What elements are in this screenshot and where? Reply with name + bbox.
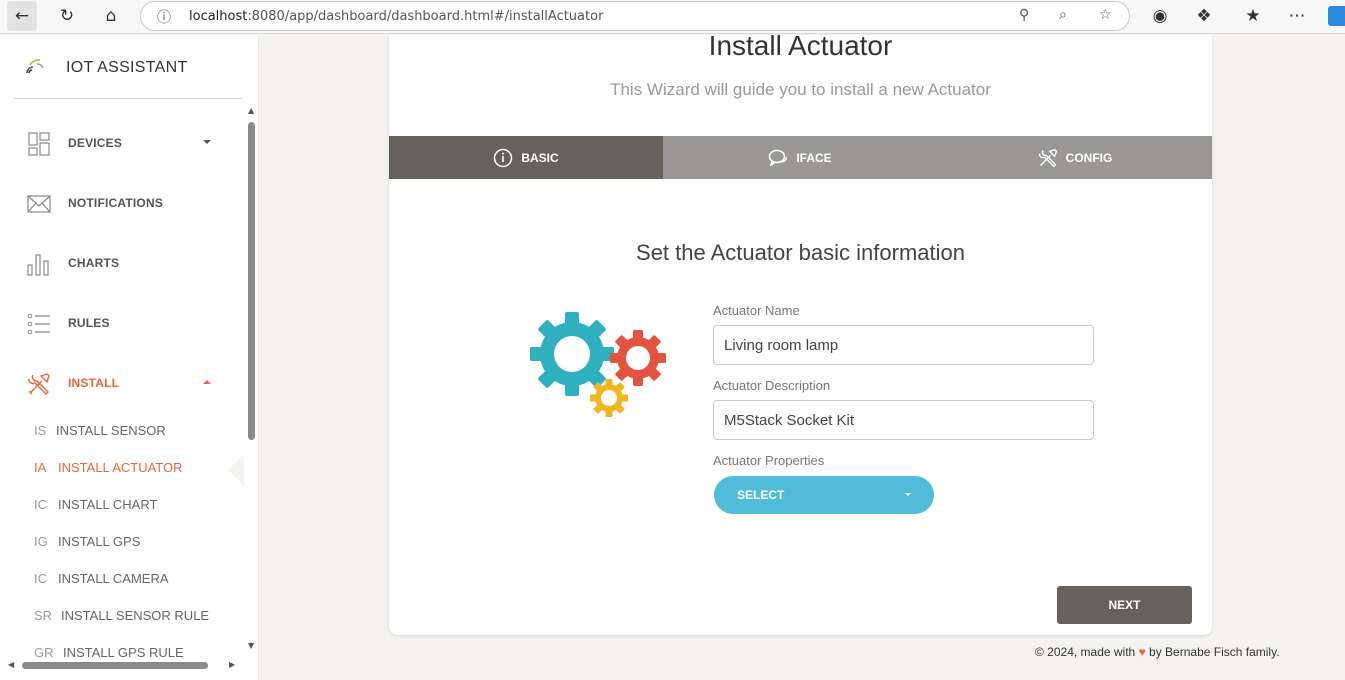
extensions-icon[interactable]: ❖: [1189, 1, 1219, 31]
subitem-label: INSTALL ACTUATOR: [58, 460, 183, 475]
footer-prefix: © 2024, made with: [1035, 645, 1136, 659]
signal-logo-icon: [26, 59, 44, 74]
scroll-right-icon[interactable]: ▶: [229, 660, 235, 669]
subitem-label: INSTALL CAMERA: [58, 571, 169, 586]
next-button[interactable]: NEXT: [1057, 586, 1192, 624]
actuator-description-input[interactable]: [713, 400, 1094, 440]
info-icon[interactable]: ⓘ: [157, 7, 171, 27]
favorite-star-icon[interactable]: ☆: [1099, 7, 1112, 23]
list-icon: [27, 313, 50, 335]
tools-icon: [1038, 148, 1057, 167]
tab-iface[interactable]: IFACE: [663, 136, 937, 179]
actuator-properties-select[interactable]: SELECT: [714, 476, 934, 514]
url-path: :8080/app/dashboard/dashboard.html#/inst…: [247, 9, 604, 24]
address-bar[interactable]: ⓘ localhost:8080/app/dashboard/dashboard…: [140, 1, 1130, 31]
tab-label: CONFIG: [1065, 150, 1113, 165]
back-arrow-icon[interactable]: ←: [7, 1, 37, 31]
caret-down-icon: [905, 493, 911, 496]
chat-icon: [769, 149, 788, 167]
active-indicator-arrow: [228, 454, 244, 486]
envelope-icon: [27, 195, 51, 213]
subitem-abbr: IC: [34, 497, 47, 512]
footer-suffix: by Bernabe Fisch family.: [1149, 645, 1280, 659]
sidebar-subitem-install-sensor-rule[interactable]: SR INSTALL SENSOR RULE: [0, 601, 240, 631]
sidebar-item-label: RULES: [68, 316, 110, 330]
wizard-subtitle: This Wizard will guide you to install a …: [610, 80, 991, 99]
heart-icon: ♥: [1138, 645, 1146, 659]
home-icon[interactable]: ⌂: [96, 1, 126, 31]
step-title: Set the Actuator basic information: [636, 240, 965, 265]
subitem-abbr: SR: [34, 608, 53, 623]
more-menu-icon[interactable]: ⋯: [1282, 1, 1312, 31]
reload-icon[interactable]: ↻: [52, 1, 82, 31]
sidebar-item-charts[interactable]: CHARTS: [0, 244, 240, 284]
vertical-scrollbar-thumb[interactable]: [248, 122, 255, 440]
sidebar-item-install[interactable]: INSTALL: [0, 364, 240, 404]
devices-icon: [28, 132, 50, 156]
sidebar-item-notifications[interactable]: NOTIFICATIONS: [0, 184, 240, 224]
select-label: SELECT: [737, 488, 785, 502]
subitem-abbr: IC: [34, 571, 47, 586]
actuator-name-label: Actuator Name: [713, 303, 800, 318]
url-host: localhost: [189, 9, 248, 24]
info-icon: [494, 148, 513, 167]
tab-basic[interactable]: BASIC: [389, 136, 663, 179]
footer-text: © 2024, made with ♥ by Bernabe Fisch fam…: [1035, 645, 1280, 659]
tab-label: BASIC: [521, 150, 559, 165]
sidebar-item-label: NOTIFICATIONS: [68, 196, 164, 210]
wizard-tabs: BASIC IFACE CONFIG: [389, 136, 1212, 179]
browser-toolbar: ← ↻ ⌂ ⓘ localhost:8080/app/dashboard/das…: [0, 0, 1345, 34]
sidebar-item-label: DEVICES: [68, 136, 123, 150]
actuator-name-input[interactable]: [713, 325, 1094, 365]
wizard-title: Install Actuator: [708, 30, 893, 61]
subitem-label: INSTALL SENSOR: [56, 423, 166, 438]
sidebar-subitem-install-actuator[interactable]: IA INSTALL ACTUATOR: [0, 453, 240, 483]
actuator-description-label: Actuator Description: [713, 378, 831, 393]
subitem-label: INSTALL SENSOR RULE: [61, 608, 210, 623]
actuator-properties-label: Actuator Properties: [713, 453, 825, 468]
app-logo-text: IOT ASSISTANT: [66, 59, 188, 76]
browser-logo-icon[interactable]: [1328, 6, 1345, 26]
tools-icon: [28, 373, 50, 395]
tab-label: IFACE: [796, 150, 832, 165]
subitem-abbr: IA: [34, 460, 47, 475]
subitem-label: INSTALL GPS RULE: [63, 645, 184, 660]
bar-chart-icon: [27, 254, 49, 276]
scroll-down-icon[interactable]: ▼: [248, 641, 254, 650]
horizontal-scrollbar-thumb[interactable]: [22, 662, 208, 669]
caret-down-icon: [203, 140, 211, 144]
zoom-icon[interactable]: ⌕: [1059, 7, 1067, 23]
sidebar-subitem-install-sensor[interactable]: IS INSTALL SENSOR: [0, 416, 240, 446]
gears-illustration-icon: [530, 312, 666, 417]
scroll-up-icon[interactable]: ▲: [248, 106, 254, 115]
sidebar-item-devices[interactable]: DEVICES: [0, 124, 240, 164]
tab-config[interactable]: CONFIG: [938, 136, 1212, 179]
scroll-left-icon[interactable]: ◀: [8, 660, 14, 669]
divider: [13, 98, 243, 99]
sidebar-subitem-install-gps[interactable]: IG INSTALL GPS: [0, 527, 240, 557]
sidebar-item-label: INSTALL: [68, 376, 120, 390]
subitem-abbr: GR: [34, 645, 54, 660]
sidebar-subitem-install-camera[interactable]: IC INSTALL CAMERA: [0, 564, 240, 594]
sidebar-item-rules[interactable]: RULES: [0, 304, 240, 344]
favorites-icon[interactable]: ★: [1238, 1, 1268, 31]
subitem-label: INSTALL CHART: [58, 497, 158, 512]
subitem-abbr: IG: [34, 534, 48, 549]
profile-icon[interactable]: ◉: [1145, 1, 1175, 31]
key-icon[interactable]: ⚲: [1019, 7, 1029, 23]
sidebar-item-label: CHARTS: [68, 256, 120, 270]
subitem-abbr: IS: [34, 423, 47, 438]
subitem-label: INSTALL GPS: [58, 534, 141, 549]
caret-up-icon: [203, 380, 211, 384]
sidebar-subitem-install-chart[interactable]: IC INSTALL CHART: [0, 490, 240, 520]
